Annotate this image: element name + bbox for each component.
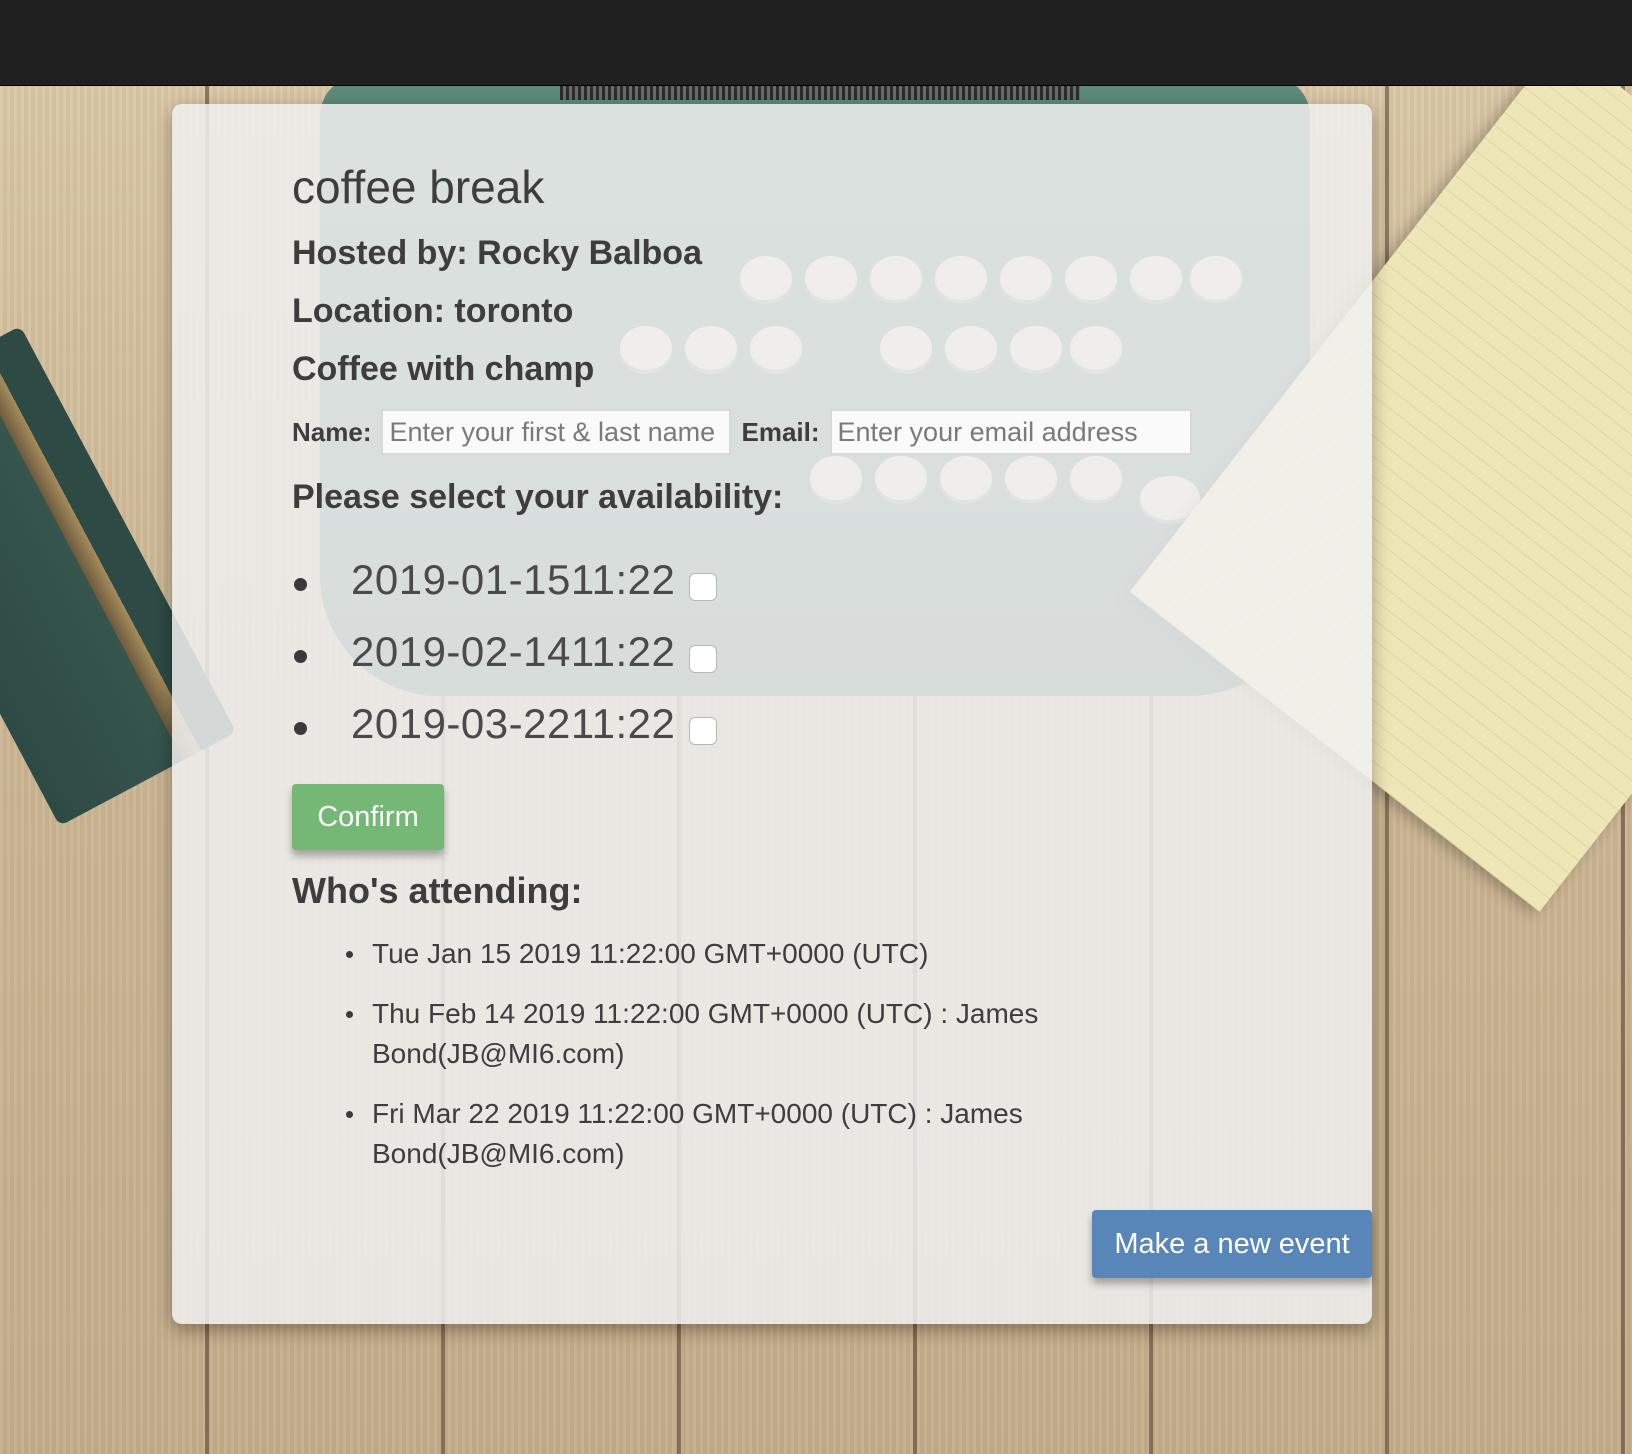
slot-date: 2019-03-2211:22 — [351, 700, 676, 747]
email-input[interactable] — [829, 409, 1192, 455]
availability-slot: 2019-01-1511:22 — [292, 544, 718, 616]
bullet-icon — [294, 577, 307, 591]
attendee-form: Name: Email: — [292, 409, 1192, 455]
top-navbar — [0, 0, 1632, 86]
bullet-icon — [346, 1111, 353, 1118]
name-input[interactable] — [381, 409, 732, 455]
attendee-item: Tue Jan 15 2019 11:22:00 GMT+0000 (UTC) — [342, 934, 1042, 974]
event-host: Hosted by: Rocky Balboa — [292, 234, 702, 272]
availability-slot: 2019-02-1411:22 — [292, 616, 718, 688]
attendee-item: Fri Mar 22 2019 11:22:00 GMT+0000 (UTC) … — [342, 1094, 1042, 1174]
slot-checkbox[interactable] — [689, 645, 718, 673]
slot-checkbox[interactable] — [689, 717, 718, 745]
attendee-text: Tue Jan 15 2019 11:22:00 GMT+0000 (UTC) — [372, 938, 929, 969]
name-label: Name: — [292, 417, 372, 447]
slot-checkbox[interactable] — [689, 573, 718, 601]
bullet-icon — [294, 721, 307, 735]
bullet-icon — [294, 649, 307, 663]
attendee-list: Tue Jan 15 2019 11:22:00 GMT+0000 (UTC) … — [342, 934, 1042, 1194]
attendee-item: Thu Feb 14 2019 11:22:00 GMT+0000 (UTC) … — [342, 994, 1042, 1074]
bullet-icon — [346, 1011, 353, 1018]
slot-date: 2019-02-1411:22 — [351, 628, 676, 675]
event-title: coffee break — [292, 161, 545, 213]
attendee-text: Thu Feb 14 2019 11:22:00 GMT+0000 (UTC) … — [372, 998, 1039, 1069]
availability-title: Please select your availability: — [292, 478, 784, 516]
availability-slot: 2019-03-2211:22 — [292, 688, 718, 760]
event-description: Coffee with champ — [292, 350, 595, 388]
typewriter-roller — [560, 86, 1080, 100]
availability-list: 2019-01-1511:22 2019-02-1411:22 2019-03-… — [292, 544, 718, 760]
email-label: Email: — [741, 417, 820, 447]
attending-title: Who's attending: — [292, 870, 583, 911]
event-location: Location: toronto — [292, 292, 574, 330]
attendee-text: Fri Mar 22 2019 11:22:00 GMT+0000 (UTC) … — [372, 1098, 1023, 1169]
bullet-icon — [346, 951, 353, 958]
event-card: coffee break Hosted by: Rocky Balboa Loc… — [172, 104, 1372, 1324]
new-event-button[interactable]: Make a new event — [1092, 1210, 1372, 1278]
slot-date: 2019-01-1511:22 — [351, 556, 676, 603]
confirm-button[interactable]: Confirm — [292, 784, 444, 850]
